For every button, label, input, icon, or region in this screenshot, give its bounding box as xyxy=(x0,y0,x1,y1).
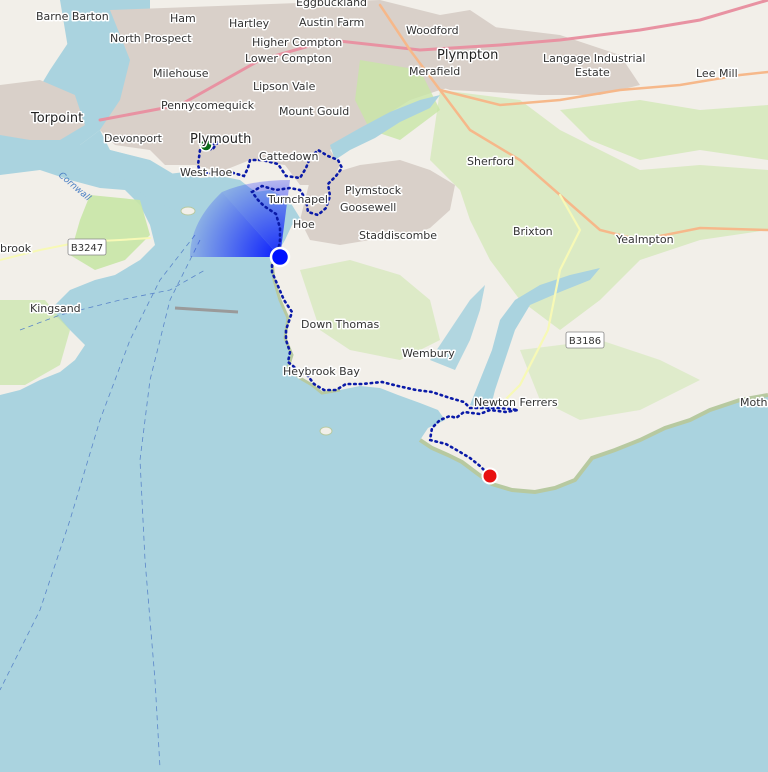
label-barne-barton: Barne Barton xyxy=(36,10,109,23)
current-position-marker[interactable] xyxy=(269,246,291,268)
label-kingsand: Kingsand xyxy=(30,302,81,315)
label-plympton: Plympton xyxy=(437,48,498,63)
label-west-hoe: West Hoe xyxy=(180,166,233,179)
label-staddiscombe: Staddiscombe xyxy=(359,229,437,242)
label-brook: brook xyxy=(0,242,32,255)
road-shield-b3186: B3186 xyxy=(565,331,605,349)
label-wembury: Wembury xyxy=(402,347,455,360)
map-canvas[interactable]: B3247 B3186 Barne Barton Eggbuckland Ham… xyxy=(0,0,768,769)
label-higher-compton: Higher Compton xyxy=(252,36,342,49)
label-sherford: Sherford xyxy=(467,155,514,168)
end-marker[interactable] xyxy=(481,467,499,485)
label-mount-gould: Mount Gould xyxy=(279,105,349,118)
svg-text:B3186: B3186 xyxy=(569,336,601,347)
label-heybrook-bay: Heybrook Bay xyxy=(283,365,360,378)
label-pennycomequick: Pennycomequick xyxy=(161,99,255,112)
label-eggbuckland: Eggbuckland xyxy=(296,0,367,9)
label-plymstock: Plymstock xyxy=(345,184,402,197)
label-down-thomas: Down Thomas xyxy=(301,318,380,331)
label-yealmpton: Yealmpton xyxy=(615,233,674,246)
label-turnchapel: Turnchapel xyxy=(267,193,328,206)
label-goosewell: Goosewell xyxy=(340,201,396,214)
label-lee-mill: Lee Mill xyxy=(696,67,738,80)
road-shield-b3247: B3247 xyxy=(67,238,107,256)
label-lower-compton: Lower Compton xyxy=(245,52,332,65)
label-langage: Langage Industrial xyxy=(543,52,645,65)
label-hartley: Hartley xyxy=(229,17,270,30)
label-milehouse: Milehouse xyxy=(153,67,209,80)
label-merafield: Merafield xyxy=(409,65,460,78)
label-torpoint: Torpoint xyxy=(30,111,83,126)
label-plymouth: Plymouth xyxy=(190,132,251,147)
label-ham: Ham xyxy=(170,12,196,25)
label-north-prospect: North Prospect xyxy=(110,32,192,45)
label-woodford: Woodford xyxy=(406,24,459,37)
label-cattedown: Cattedown xyxy=(259,150,319,163)
label-devonport: Devonport xyxy=(104,132,163,145)
label-brixton: Brixton xyxy=(513,225,553,238)
svg-text:B3247: B3247 xyxy=(71,243,103,254)
label-lipson-vale: Lipson Vale xyxy=(253,80,316,93)
label-estate: Estate xyxy=(575,66,610,79)
island-drake xyxy=(180,206,196,216)
island-mewstone xyxy=(319,426,333,436)
label-newton-ferrers: Newton Ferrers xyxy=(474,396,558,409)
label-hoe: Hoe xyxy=(293,218,315,231)
map-view[interactable]: B3247 B3186 Barne Barton Eggbuckland Ham… xyxy=(0,0,768,769)
label-mothe: Mothe xyxy=(740,396,768,409)
label-austin-farm: Austin Farm xyxy=(299,16,364,29)
